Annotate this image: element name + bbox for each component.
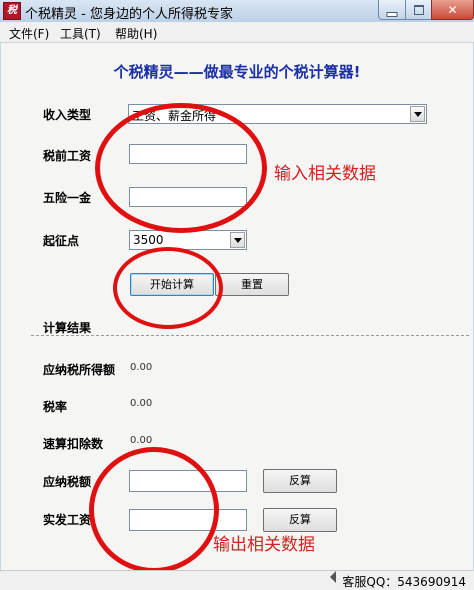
window-title: 个税精灵 - 您身边的个人所得税专家 <box>25 7 233 22</box>
tax-rate-value: 0.00 <box>130 398 153 409</box>
triangle-icon <box>330 571 336 583</box>
button-highlight-circle <box>113 247 223 329</box>
minimize-icon <box>386 11 398 17</box>
maximize-button[interactable] <box>405 0 432 20</box>
tax-payable-label: 应纳税额 <box>43 475 92 489</box>
menu-bar: 文件(F) 工具(T) 帮助(H) <box>0 22 474 43</box>
taxable-income-label: 应纳税所得额 <box>43 363 116 377</box>
close-icon: ✕ <box>447 2 458 17</box>
menu-help[interactable]: 帮助(H) <box>115 25 157 42</box>
status-bar: 客服QQ：543690914 <box>0 570 474 590</box>
input-highlight-circle <box>95 103 267 233</box>
reset-button[interactable]: 重置 <box>215 273 289 296</box>
tax-rate-label: 税率 <box>43 400 68 414</box>
app-logo-icon: 税 <box>3 2 21 20</box>
tax-payable-reverse-button[interactable]: 反算 <box>263 469 337 493</box>
quick-deduction-label: 速算扣除数 <box>43 437 104 451</box>
insurance-label: 五险一金 <box>43 191 92 205</box>
minimize-button[interactable] <box>378 0 406 20</box>
threshold-select[interactable]: 3500 <box>129 230 247 250</box>
taxable-income-value: 0.00 <box>130 362 153 373</box>
main-panel: 个税精灵——做最专业的个税计算器! 收入类型 工资、薪金所得 税前工资 五险一金… <box>1 43 473 573</box>
net-salary-label: 实发工资 <box>43 513 92 527</box>
threshold-label: 起征点 <box>43 234 80 248</box>
threshold-value: 3500 <box>133 233 164 247</box>
chevron-down-icon[interactable] <box>410 106 425 122</box>
title-bar[interactable]: 税 个税精灵 - 您身边的个人所得税专家 ✕ <box>0 0 474 22</box>
section-divider <box>31 335 469 336</box>
chevron-down-icon[interactable] <box>230 232 245 248</box>
app-headline: 个税精灵——做最专业的个税计算器! <box>113 63 361 81</box>
pre-tax-salary-label: 税前工资 <box>43 149 92 163</box>
output-annotation: 输出相关数据 <box>213 535 315 555</box>
support-qq: 客服QQ：543690914 <box>342 575 466 589</box>
input-annotation: 输入相关数据 <box>274 164 376 184</box>
quick-deduction-value: 0.00 <box>130 435 153 446</box>
menu-tools[interactable]: 工具(T) <box>60 25 101 42</box>
income-type-label: 收入类型 <box>43 108 92 122</box>
net-salary-reverse-button[interactable]: 反算 <box>263 508 337 532</box>
results-section-label: 计算结果 <box>43 321 92 335</box>
close-button[interactable]: ✕ <box>431 0 474 20</box>
menu-file[interactable]: 文件(F) <box>9 25 49 42</box>
output-highlight-circle <box>89 447 219 573</box>
maximize-icon <box>413 4 424 15</box>
